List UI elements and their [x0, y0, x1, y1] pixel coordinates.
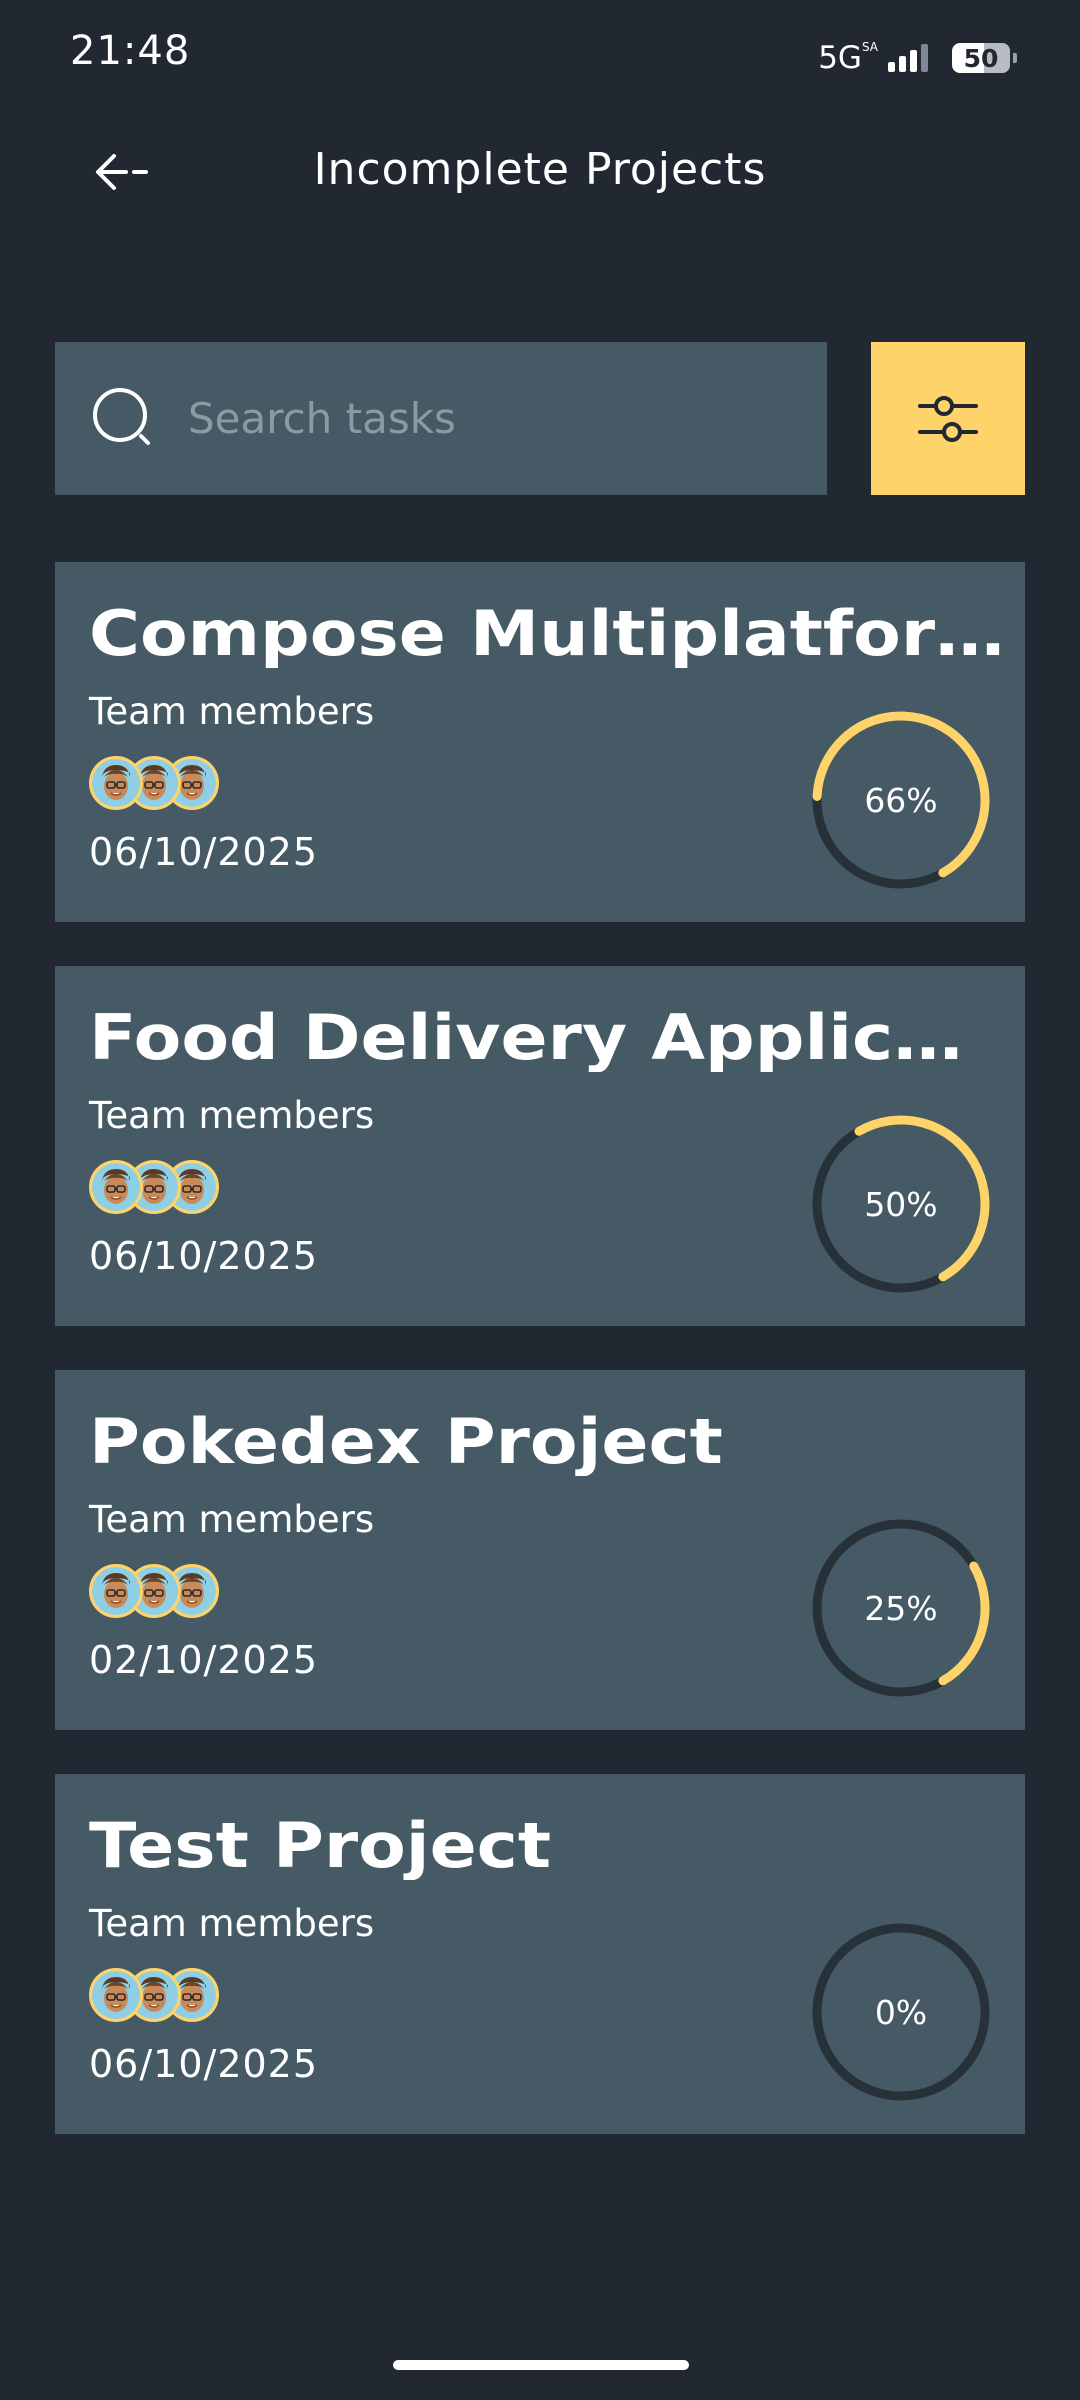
status-time: 21:48: [70, 28, 191, 74]
search-box[interactable]: [55, 341, 827, 496]
network-sup: SA: [861, 40, 878, 54]
status-icons: 5GSA 50: [818, 36, 1017, 80]
project-card[interactable]: Compose Multiplatform Team members 06/10…: [55, 562, 1025, 922]
team-avatars: [89, 1160, 229, 1214]
project-date: 06/10/2025: [89, 830, 319, 874]
progress-percent: 50%: [864, 1184, 938, 1224]
page-title: Incomplete Projects: [313, 144, 767, 195]
progress-percent: 0%: [874, 1992, 928, 2032]
project-card[interactable]: Food Delivery Application Team members 0…: [55, 966, 1025, 1326]
network-indicator: 5GSA: [818, 40, 878, 76]
team-members-label: Team members: [89, 690, 375, 733]
network-type: 5G: [818, 40, 862, 76]
battery-level-text: 50: [963, 43, 999, 73]
project-card[interactable]: Pokedex Project Team members 02/10/2025 …: [55, 1370, 1025, 1730]
top-app-bar: Incomplete Projects: [0, 120, 1080, 224]
project-title: Pokedex Project: [89, 1408, 723, 1477]
project-card[interactable]: Test Project Team members 06/10/2025 0%: [55, 1774, 1025, 2134]
project-title: Test Project: [89, 1812, 552, 1881]
team-member-avatar: [89, 756, 143, 810]
project-date: 02/10/2025: [89, 1638, 319, 1682]
signal-icon: [888, 44, 928, 72]
project-date: 06/10/2025: [89, 1234, 319, 1278]
filter-button[interactable]: [871, 342, 1025, 495]
search-icon: [90, 385, 158, 453]
status-bar: 21:48 5GSA 50: [0, 0, 1080, 114]
progress-percent: 25%: [864, 1588, 938, 1628]
team-avatars: [89, 1968, 229, 2022]
home-indicator: [393, 2360, 689, 2370]
team-members-label: Team members: [89, 1902, 375, 1945]
team-member-avatar: [89, 1160, 143, 1214]
project-title: Food Delivery Application: [89, 1004, 1008, 1073]
project-title: Compose Multiplatform: [89, 600, 1008, 669]
team-avatars: [89, 1564, 229, 1618]
project-list: Compose Multiplatform Team members 06/10…: [55, 562, 1025, 2178]
team-member-avatar: [89, 1968, 143, 2022]
team-members-label: Team members: [89, 1094, 375, 1137]
battery-icon: 50: [952, 43, 1017, 73]
sliders-icon: [918, 395, 978, 442]
team-avatars: [89, 756, 229, 810]
team-members-label: Team members: [89, 1498, 375, 1541]
team-member-avatar: [89, 1564, 143, 1618]
search-input[interactable]: [186, 341, 827, 496]
progress-percent: 66%: [864, 780, 938, 820]
project-date: 06/10/2025: [89, 2042, 319, 2086]
